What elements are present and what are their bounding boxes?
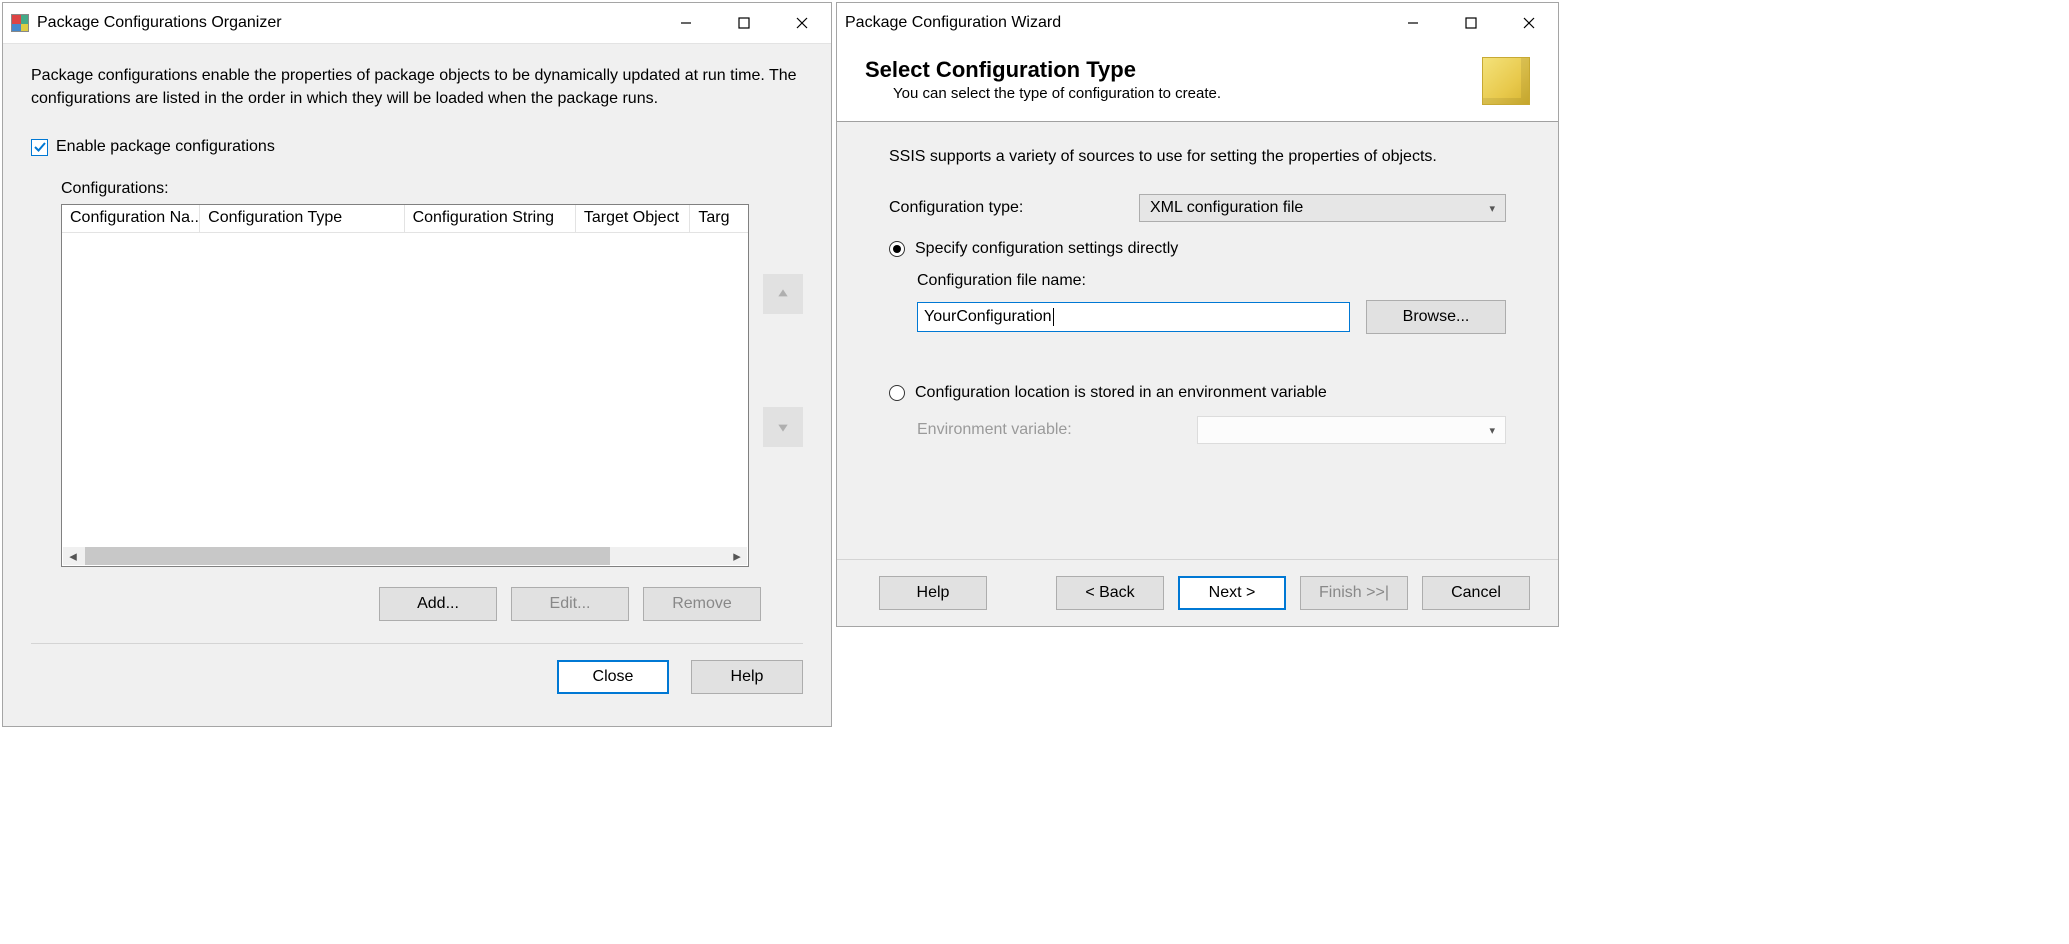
text-caret: [1053, 308, 1054, 326]
scroll-left-icon[interactable]: ◂: [63, 547, 83, 565]
config-type-dropdown[interactable]: XML configuration file ▾: [1139, 194, 1506, 222]
configurations-label: Configurations:: [61, 180, 803, 198]
edit-button: Edit...: [511, 587, 629, 621]
col-config-string[interactable]: Configuration String: [405, 205, 576, 233]
radio-env-variable-label: Configuration location is stored in an e…: [915, 384, 1327, 402]
organizer-title: Package Configurations Organizer: [37, 14, 282, 32]
col-target-object[interactable]: Target Object: [576, 205, 691, 233]
close-dialog-button[interactable]: Close: [557, 660, 669, 694]
radio-specify-directly-label: Specify configuration settings directly: [915, 240, 1178, 258]
organizer-titlebar[interactable]: Package Configurations Organizer: [3, 3, 831, 43]
organizer-window: Package Configurations Organizer Package…: [2, 2, 832, 727]
config-file-label: Configuration file name:: [917, 272, 1506, 290]
browse-button[interactable]: Browse...: [1366, 300, 1506, 334]
config-type-value: XML configuration file: [1150, 199, 1303, 217]
wizard-help-button[interactable]: Help: [879, 576, 987, 610]
package-icon: [1482, 57, 1530, 105]
close-button[interactable]: [773, 3, 831, 43]
wizard-intro: SSIS supports a variety of sources to us…: [889, 148, 1506, 166]
enable-configs-checkbox[interactable]: [31, 139, 48, 156]
wizard-heading: Select Configuration Type: [865, 57, 1221, 83]
col-target-prop[interactable]: Targ: [690, 205, 748, 233]
minimize-button[interactable]: [1384, 3, 1442, 43]
wizard-subheading: You can select the type of configuration…: [893, 85, 1221, 102]
move-up-button[interactable]: [763, 274, 803, 314]
configurations-list[interactable]: Configuration Na... Configuration Type C…: [61, 204, 749, 567]
maximize-button[interactable]: [1442, 3, 1500, 43]
chevron-down-icon: ▾: [1489, 424, 1495, 437]
organizer-description: Package configurations enable the proper…: [31, 64, 803, 110]
minimize-button[interactable]: [657, 3, 715, 43]
chevron-down-icon: ▾: [1489, 202, 1495, 215]
back-button[interactable]: < Back: [1056, 576, 1164, 610]
radio-env-variable[interactable]: [889, 385, 905, 401]
list-header: Configuration Na... Configuration Type C…: [62, 205, 748, 233]
enable-configs-label: Enable package configurations: [56, 138, 275, 156]
env-variable-dropdown: ▾: [1197, 416, 1506, 444]
maximize-button[interactable]: [715, 3, 773, 43]
move-down-button[interactable]: [763, 407, 803, 447]
wizard-title: Package Configuration Wizard: [845, 14, 1061, 32]
wizard-header: Select Configuration Type You can select…: [837, 43, 1558, 122]
col-config-type[interactable]: Configuration Type: [200, 205, 404, 233]
config-file-input[interactable]: YourConfiguration: [917, 302, 1350, 332]
env-variable-label: Environment variable:: [917, 421, 1197, 439]
separator: [31, 643, 803, 644]
cancel-button[interactable]: Cancel: [1422, 576, 1530, 610]
scroll-right-icon[interactable]: ▸: [727, 547, 747, 565]
close-button[interactable]: [1500, 3, 1558, 43]
wizard-titlebar[interactable]: Package Configuration Wizard: [837, 3, 1558, 43]
col-config-name[interactable]: Configuration Na...: [62, 205, 200, 233]
next-button[interactable]: Next >: [1178, 576, 1286, 610]
finish-button: Finish >>|: [1300, 576, 1408, 610]
horizontal-scrollbar[interactable]: ◂ ▸: [63, 547, 747, 565]
app-icon: [11, 14, 29, 32]
config-file-value: YourConfiguration: [924, 308, 1052, 326]
help-button[interactable]: Help: [691, 660, 803, 694]
add-button[interactable]: Add...: [379, 587, 497, 621]
remove-button: Remove: [643, 587, 761, 621]
wizard-window: Package Configuration Wizard Select Conf…: [836, 2, 1559, 627]
radio-specify-directly[interactable]: [889, 241, 905, 257]
config-type-label: Configuration type:: [889, 199, 1139, 217]
